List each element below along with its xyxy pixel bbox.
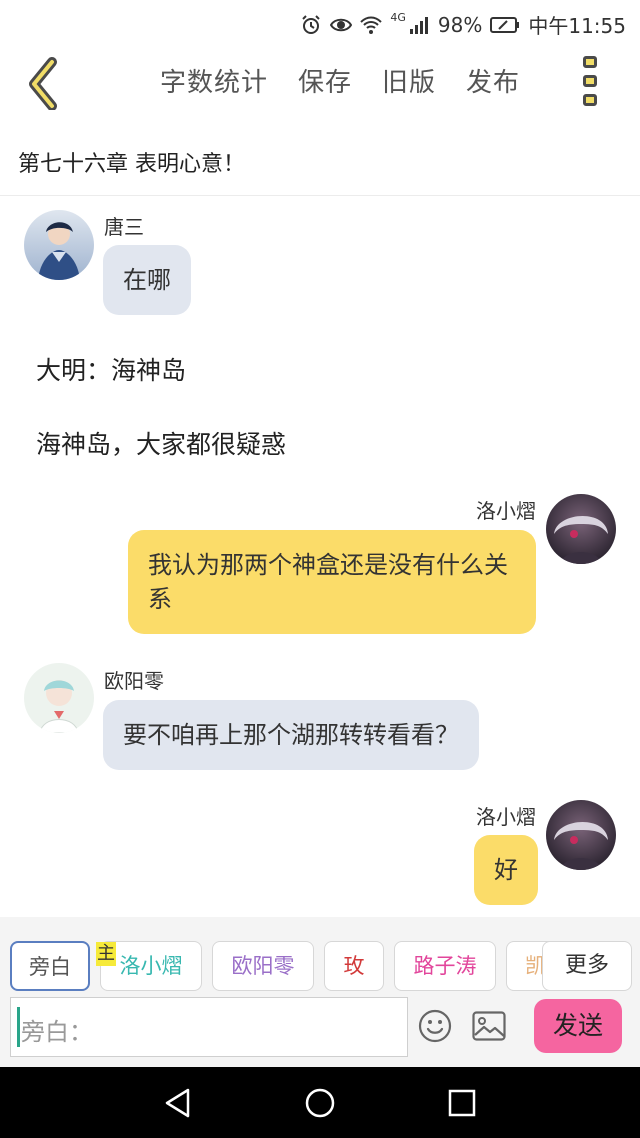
role-chip-ouyangling[interactable]: 欧阳零 bbox=[212, 941, 314, 991]
sender-name: 唐三 bbox=[104, 215, 144, 239]
sender-name: 欧阳零 bbox=[104, 669, 164, 693]
role-chip-luzitao[interactable]: 路子涛 bbox=[394, 941, 496, 991]
narration-line[interactable]: 大明：海神岛 bbox=[36, 351, 186, 387]
input-placeholder: 旁白： bbox=[21, 1018, 93, 1046]
message-bubble[interactable]: 好 bbox=[474, 835, 538, 905]
narration-line[interactable]: 海神岛，大家都很疑惑 bbox=[36, 425, 286, 461]
sender-name: 洛小熠 bbox=[476, 805, 536, 829]
old-version-button[interactable]: 旧版 bbox=[382, 62, 436, 99]
more-dot bbox=[583, 75, 597, 87]
system-nav-bar bbox=[0, 1067, 640, 1138]
main-character-tag: 主 bbox=[96, 942, 116, 966]
network-type: 4G bbox=[390, 11, 406, 24]
sender-name: 洛小熠 bbox=[476, 499, 536, 523]
text-caret bbox=[17, 1007, 20, 1047]
avatar[interactable] bbox=[546, 800, 616, 870]
status-icons: 4G 98% 中午11:55 bbox=[300, 10, 626, 39]
emoji-icon[interactable] bbox=[418, 1009, 452, 1043]
alarm-icon bbox=[302, 14, 321, 34]
chat-area[interactable]: 唐三 在哪 大明：海神岛 海神岛，大家都很疑惑 洛小熠 我认为那两个神盒还是没有… bbox=[0, 197, 640, 917]
eye-icon bbox=[330, 18, 353, 31]
status-bar: 4G 98% 中午11:55 bbox=[0, 0, 640, 44]
word-count-button[interactable]: 字数统计 bbox=[160, 62, 268, 99]
nav-actions: 字数统计 保存 旧版 发布 bbox=[160, 62, 520, 99]
role-chip-narrator[interactable]: 旁白 bbox=[10, 941, 90, 991]
clock: 中午11:55 bbox=[528, 14, 626, 38]
chapter-title[interactable]: 第七十六章 表明心意！ bbox=[18, 146, 245, 178]
signal-icon bbox=[409, 16, 428, 34]
message-bubble[interactable]: 我认为那两个神盒还是没有什么关系 bbox=[128, 530, 536, 634]
wifi-icon bbox=[360, 16, 383, 34]
more-roles-button[interactable]: 更多 bbox=[542, 941, 632, 991]
chevron-left-icon bbox=[29, 57, 57, 111]
avatar[interactable] bbox=[546, 494, 616, 564]
more-vertical-icon[interactable] bbox=[578, 56, 602, 106]
avatar-tangsan bbox=[24, 210, 94, 280]
battery-icon bbox=[490, 16, 520, 33]
avatar[interactable] bbox=[24, 210, 94, 280]
send-button[interactable]: 发送 bbox=[534, 999, 622, 1053]
image-icon[interactable] bbox=[472, 1011, 506, 1041]
battery-level: 98% bbox=[437, 12, 483, 37]
home-circle-icon[interactable] bbox=[304, 1087, 336, 1119]
recents-square-icon[interactable] bbox=[446, 1087, 478, 1119]
message-input[interactable]: 旁白： bbox=[10, 997, 408, 1057]
role-chip-mei[interactable]: 玫 bbox=[324, 941, 384, 991]
message-bubble[interactable]: 要不咱再上那个湖那转转看看？ bbox=[103, 700, 479, 770]
back-triangle-icon[interactable] bbox=[162, 1087, 194, 1119]
chapter-header: 第七十六章 表明心意！ bbox=[0, 120, 640, 196]
avatar-ouyangling bbox=[24, 663, 94, 733]
avatar-luoxiaoyi bbox=[546, 800, 616, 870]
composer: 旁白 洛小熠 欧阳零 玫 路子涛 凯 更多 旁白： 发送 bbox=[0, 917, 640, 1067]
more-dot bbox=[583, 94, 597, 106]
back-button[interactable] bbox=[22, 54, 66, 111]
message-bubble[interactable]: 在哪 bbox=[103, 245, 191, 315]
top-nav: 字数统计 保存 旧版 发布 bbox=[0, 44, 640, 120]
more-dot bbox=[583, 56, 597, 68]
publish-button[interactable]: 发布 bbox=[466, 62, 520, 99]
avatar[interactable] bbox=[24, 663, 94, 733]
avatar-luoxiaoyi bbox=[546, 494, 616, 564]
save-button[interactable]: 保存 bbox=[298, 62, 352, 99]
